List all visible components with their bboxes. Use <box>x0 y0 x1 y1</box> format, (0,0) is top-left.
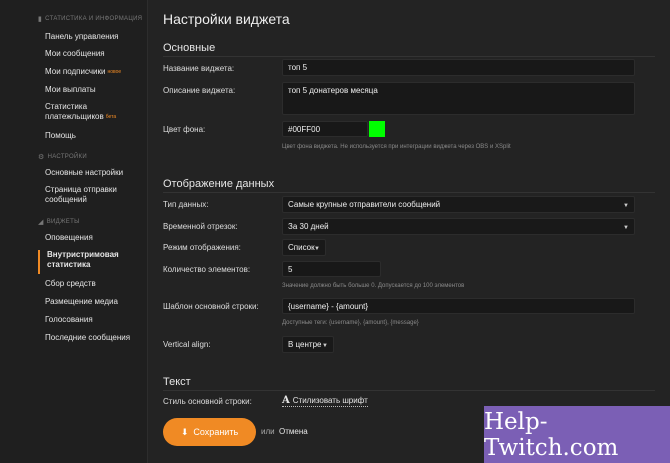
font-icon: A <box>282 395 290 406</box>
count-input[interactable]: 5 <box>282 261 381 277</box>
data-type-value: Самые крупные отправители сообщений <box>288 200 441 209</box>
sidebar-section-title: СТАТИСТИКА И ИНФОРМАЦИЯ <box>45 16 143 22</box>
gear-icon: ⚙ <box>38 154 45 161</box>
sidebar-item-label: Панель управления <box>45 32 119 41</box>
sidebar-item-label: Последние сообщения <box>45 333 131 342</box>
chart-icon: ▮ <box>38 16 43 23</box>
sidebar-item-payer-stats[interactable]: Статистика платежльщиков бета <box>45 102 135 122</box>
template-input[interactable]: {username} - {amount} <box>282 298 635 314</box>
page-title: Настройки виджета <box>163 11 290 27</box>
sidebar-item-dashboard[interactable]: Панель управления <box>45 32 145 42</box>
sidebar-item-label: Основные настройки <box>45 168 124 177</box>
data-type-select[interactable]: Самые крупные отправители сообщений ▼ <box>282 196 635 213</box>
template-label: Шаблон основной строки: <box>163 302 259 311</box>
save-button[interactable]: ⬇ Сохранить <box>163 418 256 446</box>
valign-label: Vertical align: <box>163 340 211 349</box>
count-hint: Значение должно быть больше 0. Допускает… <box>282 283 465 289</box>
count-label: Количество элементов: <box>163 265 251 274</box>
sidebar-item-media[interactable]: Размещение медиа <box>45 297 145 307</box>
widget-desc-textarea[interactable]: топ 5 донатеров месяца <box>282 82 635 115</box>
sidebar-item-subscribers[interactable]: Мои подписчики новое <box>45 67 145 77</box>
template-hint: Доступные теги: {username}, {amount}, {m… <box>282 320 419 326</box>
period-select[interactable]: За 30 дней ▼ <box>282 218 635 235</box>
beta-badge: бета <box>105 114 117 120</box>
color-swatch[interactable] <box>369 121 385 137</box>
sidebar: ▮ СТАТИСТИКА И ИНФОРМАЦИЯ Панель управле… <box>0 0 148 463</box>
sidebar-item-last-messages[interactable]: Последние сообщения <box>45 333 145 343</box>
style-font-label: Стилизовать шрифт <box>292 396 368 405</box>
sidebar-item-label: Внутристримовая статистика <box>47 250 119 269</box>
sidebar-item-messages[interactable]: Мои сообщения <box>45 49 145 59</box>
bg-color-label: Цвет фона: <box>163 125 206 134</box>
new-badge: новое <box>107 69 122 75</box>
sidebar-item-alerts[interactable]: Оповещения <box>45 233 145 243</box>
sidebar-item-label: Помощь <box>45 131 76 140</box>
bg-color-input[interactable]: #00FF00 <box>282 121 368 137</box>
sidebar-item-label: Мои подписчики <box>45 67 106 76</box>
mode-select[interactable]: Список ▼ <box>282 239 326 256</box>
style-label: Стиль основной строки: <box>163 397 252 406</box>
widget-icon: ◢ <box>38 219 44 226</box>
widget-desc-label: Описание виджета: <box>163 86 236 95</box>
sidebar-item-label: Голосования <box>45 315 93 324</box>
sidebar-item-send-page[interactable]: Страница отправки сообщений <box>45 185 135 205</box>
data-type-label: Тип данных: <box>163 200 209 209</box>
sidebar-section-title: НАСТРОЙКИ <box>47 154 87 160</box>
divider <box>163 56 655 57</box>
bg-color-hint: Цвет фона виджета. Не используется при и… <box>282 144 511 150</box>
divider <box>163 390 655 391</box>
sidebar-item-polls[interactable]: Голосования <box>45 315 145 325</box>
sidebar-section-widgets: ◢ ВИДЖЕТЫ <box>38 218 80 226</box>
sidebar-item-label: Мои сообщения <box>45 49 105 58</box>
sidebar-item-label: Статистика платежльщиков <box>45 102 104 121</box>
sidebar-item-main-settings[interactable]: Основные настройки <box>45 168 145 178</box>
main-panel: Настройки виджета Основные Название видж… <box>148 0 670 463</box>
page: ▮ СТАТИСТИКА И ИНФОРМАЦИЯ Панель управле… <box>0 0 670 463</box>
section-text-heading: Текст <box>163 376 191 388</box>
valign-select[interactable]: В центре ▼ <box>282 336 334 353</box>
sidebar-item-payouts[interactable]: Мои выплаты <box>45 85 145 95</box>
mode-value: Список <box>288 243 315 252</box>
sidebar-section-stats: ▮ СТАТИСТИКА И ИНФОРМАЦИЯ <box>38 15 142 23</box>
cancel-link[interactable]: Отмена <box>279 427 308 436</box>
sidebar-section-settings: ⚙ НАСТРОЙКИ <box>38 153 87 161</box>
sidebar-item-label: Размещение медиа <box>45 297 118 306</box>
chevron-down-icon: ▼ <box>314 246 320 252</box>
sidebar-item-stream-stats[interactable]: Внутристримовая статистика <box>38 250 138 274</box>
period-label: Временной отрезок: <box>163 222 238 231</box>
widget-name-input[interactable]: топ 5 <box>282 59 635 76</box>
style-font-button[interactable]: A Стилизовать шрифт <box>282 395 368 407</box>
divider <box>163 192 655 193</box>
download-icon: ⬇ <box>180 426 189 437</box>
chevron-down-icon: ▼ <box>623 225 629 231</box>
or-text: или <box>261 427 275 436</box>
save-label: Сохранить <box>193 427 239 437</box>
mode-label: Режим отображения: <box>163 243 241 252</box>
sidebar-item-help[interactable]: Помощь <box>45 131 145 141</box>
section-basic-heading: Основные <box>163 42 216 54</box>
section-display-heading: Отображение данных <box>163 178 275 190</box>
sidebar-item-label: Мои выплаты <box>45 85 96 94</box>
sidebar-item-label: Сбор средств <box>45 279 96 288</box>
chevron-down-icon: ▼ <box>322 343 328 349</box>
chevron-down-icon: ▼ <box>623 203 629 209</box>
widget-name-label: Название виджета: <box>163 64 235 73</box>
period-value: За 30 дней <box>288 222 329 231</box>
sidebar-item-fundraising[interactable]: Сбор средств <box>45 279 145 289</box>
sidebar-item-label: Страница отправки сообщений <box>45 185 117 204</box>
sidebar-section-title: ВИДЖЕТЫ <box>46 219 80 225</box>
watermark: Help-Twitch.com <box>484 406 670 463</box>
sidebar-item-label: Оповещения <box>45 233 93 242</box>
valign-value: В центре <box>288 340 322 349</box>
